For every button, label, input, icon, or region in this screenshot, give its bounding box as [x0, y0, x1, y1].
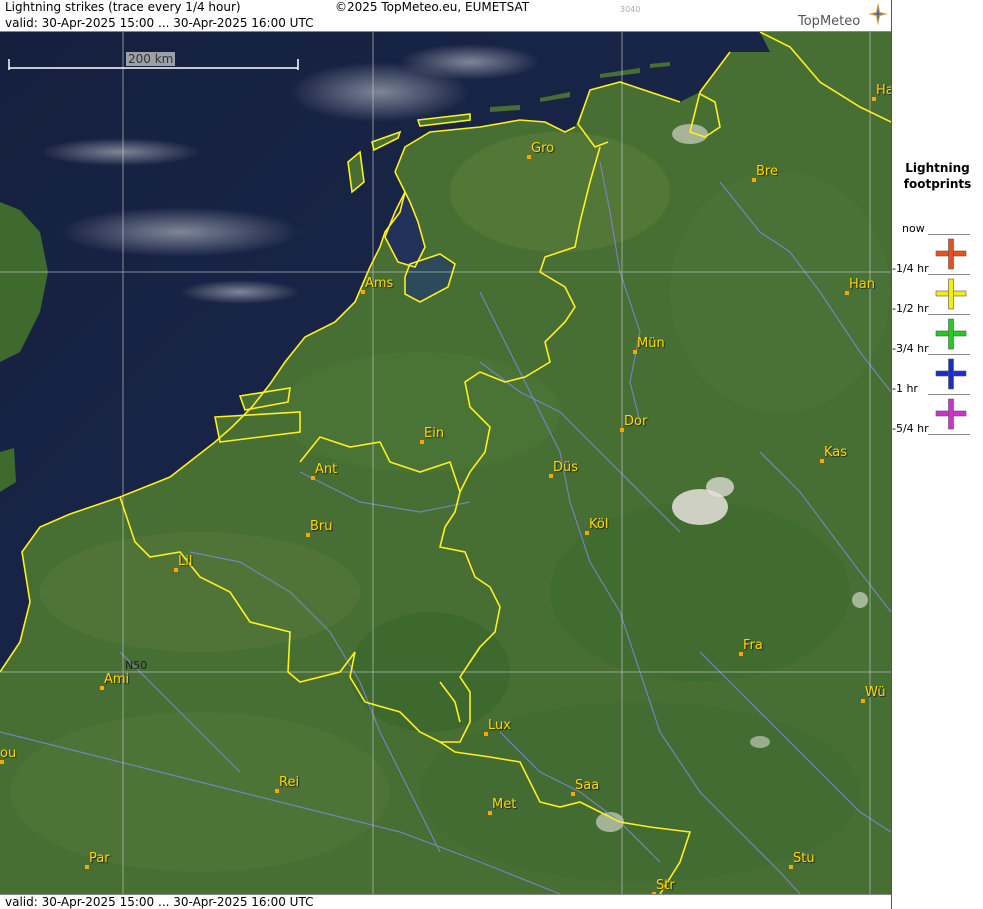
legend-tick-3: [928, 354, 970, 355]
city-label-rei: Rei: [279, 775, 300, 790]
city-label-met: Met: [492, 797, 517, 812]
city-label-gro: Gro: [531, 141, 555, 156]
city-label-ham: Ha: [876, 83, 891, 98]
footer-valid-time: valid: 30-Apr-2025 15:00 ... 30-Apr-2025…: [5, 895, 314, 909]
legend-title: Lightning footprints: [892, 160, 983, 192]
city-label-wur: Wü: [865, 685, 886, 700]
city-label-lil: Lil: [178, 554, 193, 569]
legend-time-label-3: -3/4 hr: [892, 342, 929, 355]
city-label-bru: Bru: [310, 519, 333, 534]
compass-star-icon: [868, 2, 888, 26]
lightning-cross-icon-2: [935, 318, 967, 350]
city-label-str: Str: [656, 878, 675, 893]
lightning-legend: Lightning footprints now -1/4 hr -1/2 hr -3…: [892, 32, 983, 909]
legend-tick-0: [928, 234, 970, 235]
city-label-han: Han: [849, 277, 875, 292]
city-label-dor: Dor: [624, 414, 648, 429]
lightning-cross-icon-4: [935, 398, 967, 430]
city-label-rou: ou: [0, 746, 17, 761]
city-label-ant: Ant: [315, 462, 338, 477]
legend-time-label-5: -5/4 hr: [892, 422, 929, 435]
city-label-kas: Kas: [824, 445, 848, 460]
city-label-ein: Ein: [424, 426, 445, 441]
city-label-kol: Köl: [589, 517, 609, 532]
legend-time-label-4: -1 hr: [892, 382, 918, 395]
copyright: ©2025 TopMeteo.eu, EUMETSAT: [335, 0, 530, 14]
brand-logo-text: TopMeteo: [798, 14, 861, 29]
legend-title-line2: footprints: [903, 177, 972, 191]
satellite-map[interactable]: 200 km N50 Gro Bre Ha Ams Han Mün Dor Ein Ant Düs…: [0, 32, 891, 894]
legend-tick-1: [928, 274, 970, 275]
map-header: Lightning strikes (trace every 1/4 hour)…: [0, 0, 892, 32]
image-code: 3040: [620, 5, 641, 14]
city-label-fra: Fra: [743, 638, 763, 653]
latitude-label: N50: [125, 659, 148, 672]
city-label-ami: Ami: [104, 672, 130, 687]
legend-tick-4: [928, 394, 970, 395]
city-label-dus: Düs: [553, 460, 579, 475]
city-label-ams: Ams: [365, 276, 394, 291]
legend-time-label-2: -1/2 hr: [892, 302, 929, 315]
valid-time: valid: 30-Apr-2025 15:00 ... 30-Apr-2025…: [5, 16, 314, 30]
map-title: Lightning strikes (trace every 1/4 hour): [5, 0, 241, 14]
legend-time-label-1: -1/4 hr: [892, 262, 929, 275]
legend-tick-2: [928, 314, 970, 315]
lightning-cross-icon-1: [935, 278, 967, 310]
city-label-stu: Stu: [793, 851, 815, 866]
city-label-bre: Bre: [756, 164, 778, 179]
lightning-cross-icon-3: [935, 358, 967, 390]
map-footer: valid: 30-Apr-2025 15:00 ... 30-Apr-2025…: [0, 894, 892, 909]
legend-title-line1: Lightning: [905, 161, 970, 175]
legend-time-label-0: now: [902, 222, 925, 235]
city-label-lux: Lux: [488, 718, 511, 733]
city-label-saa: Saa: [575, 778, 600, 793]
city-label-par: Par: [89, 851, 110, 866]
city-label-mun: Mün: [637, 336, 665, 351]
map-canvas: [0, 32, 891, 894]
scale-label: 200 km: [126, 52, 176, 66]
legend-tick-5: [928, 434, 970, 435]
lightning-cross-icon-0: [935, 238, 967, 270]
